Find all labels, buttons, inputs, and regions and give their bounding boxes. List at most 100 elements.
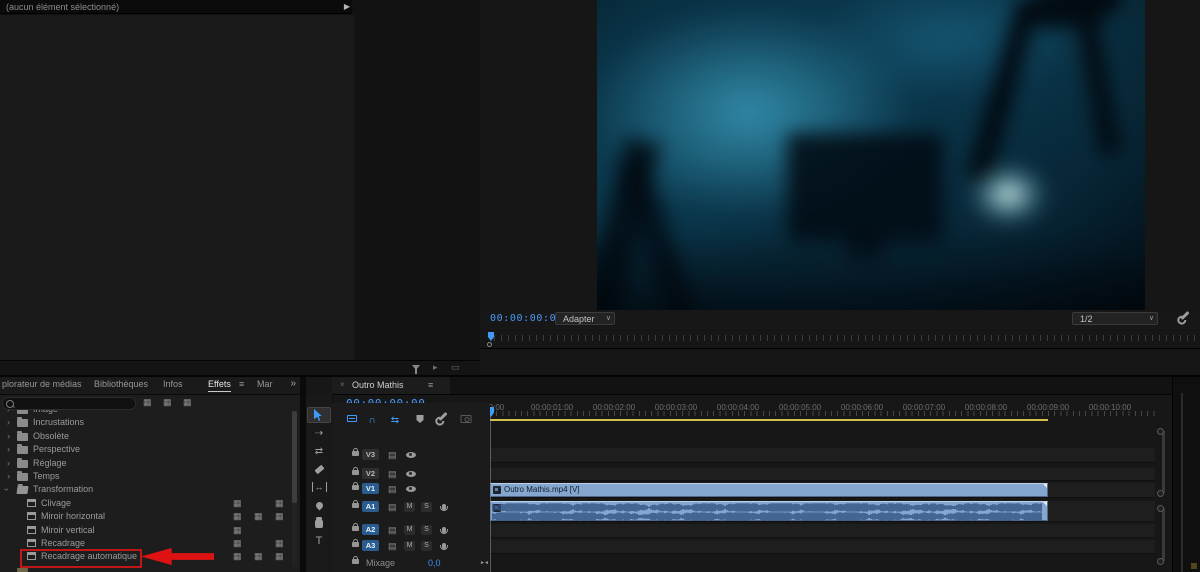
folder-chevron-icon[interactable]: › — [7, 416, 10, 429]
filter-icon[interactable] — [412, 365, 420, 374]
effect-item-miroir-horizontal[interactable]: Miroir horizontal ▦ ▦ ▦ — [0, 510, 298, 523]
tab-plorateur-de-m-dias[interactable]: plorateur de médias — [2, 379, 82, 389]
effects-folder-transformation[interactable]: › Transformation — [0, 483, 298, 496]
tool-ripple-edit[interactable]: ⇄ — [306, 443, 332, 459]
tab-infos[interactable]: Infos — [163, 379, 183, 389]
overlay-icon[interactable]: ▭ — [451, 362, 460, 373]
tool-selection[interactable] — [307, 407, 331, 423]
lock-icon[interactable] — [352, 467, 359, 475]
voiceover-mic-icon[interactable] — [440, 527, 448, 534]
scrollbar-knob[interactable] — [1157, 558, 1164, 565]
track-target-button-v2[interactable]: V2 — [362, 468, 379, 479]
tab-biblioth-ques[interactable]: Bibliothèques — [94, 379, 148, 389]
effects-folder-r-glage[interactable]: › Réglage — [0, 457, 298, 470]
tool-pen[interactable] — [306, 497, 332, 513]
nest-sequence-icon[interactable] — [347, 415, 357, 422]
accelerated-effects-filter-icon[interactable]: ▦ — [143, 396, 152, 409]
collapse-icon[interactable]: ►◄ — [480, 560, 489, 566]
program-timecode[interactable]: 00:00:00:00 — [490, 313, 563, 324]
lock-icon[interactable] — [352, 523, 359, 531]
sequence-tab[interactable]: × Outro Mathis ≡ — [332, 377, 450, 394]
folder-chevron-icon[interactable]: › — [0, 488, 13, 491]
timeline-settings-wrench-icon[interactable] — [438, 411, 448, 422]
track-lane-a3[interactable] — [490, 540, 1155, 554]
effects-panel-menu-icon[interactable]: ≡ — [239, 379, 244, 389]
lock-icon[interactable] — [352, 500, 359, 508]
effect-item-miroir-vertical[interactable]: Miroir vertical ▦ — [0, 524, 298, 537]
solo-button[interactable]: S — [421, 502, 432, 512]
track-visibility-eye-icon[interactable] — [406, 471, 416, 477]
track-visibility-eye-icon[interactable] — [406, 486, 416, 492]
folder-chevron-icon[interactable]: › — [7, 443, 10, 456]
sync-lock-icon[interactable]: ▤ — [388, 450, 397, 460]
playhead-line[interactable] — [490, 416, 491, 572]
mix-value[interactable]: 0,0 — [428, 558, 441, 568]
track-target-button-v1[interactable]: V1 — [362, 483, 379, 494]
timeline-content[interactable]: :00:0000:00:01:0000:00:02:0000:00:03:000… — [490, 403, 1200, 572]
video-clip[interactable]: Outro Mathis.mp4 [V] — [490, 483, 1048, 497]
scrollbar-knob[interactable] — [1157, 490, 1164, 497]
clip-out-handle[interactable] — [1043, 484, 1047, 488]
effects-folder-image[interactable]: › Image — [0, 410, 298, 416]
lock-icon[interactable] — [352, 448, 359, 456]
track-lane-a2[interactable] — [490, 524, 1155, 538]
effect-item-clivage[interactable]: Clivage ▦ ▦ — [0, 497, 298, 510]
play-around-icon[interactable]: ▸ — [433, 362, 438, 373]
tool-type[interactable]: T — [306, 533, 332, 549]
folder-chevron-icon[interactable]: › — [7, 430, 10, 443]
folder-chevron-icon[interactable]: › — [7, 470, 10, 483]
tab-effets[interactable]: Effets — [208, 379, 231, 392]
yuv-effects-filter-icon[interactable]: ▦ — [183, 396, 192, 409]
effects-folder-incrustations[interactable]: › Incrustations — [0, 416, 298, 429]
track-target-button-v3[interactable]: V3 — [362, 449, 379, 460]
folder-chevron-icon[interactable]: › — [7, 410, 10, 416]
settings-wrench-icon[interactable] — [1180, 310, 1190, 321]
sync-lock-icon[interactable]: ▤ — [388, 502, 397, 512]
sync-lock-icon[interactable]: ▤ — [388, 525, 397, 535]
panel-grip[interactable] — [1181, 393, 1183, 572]
track-lane-v2[interactable] — [490, 468, 1155, 481]
scrollbar-knob[interactable] — [1157, 505, 1164, 512]
lock-icon[interactable] — [352, 556, 359, 564]
effects-folder-temps[interactable]: › Temps — [0, 470, 298, 483]
caption-icon[interactable] — [460, 415, 472, 423]
snap-icon[interactable]: ∩ — [368, 415, 375, 427]
zoom-level-dropdown[interactable]: 1/2 ∨ — [1072, 312, 1158, 325]
tab-overflow-icon[interactable]: » — [290, 378, 296, 389]
mute-button[interactable]: M — [404, 541, 415, 551]
fit-dropdown[interactable]: Adapter ∨ — [555, 312, 615, 325]
track-target-button-a2[interactable]: A2 — [362, 524, 379, 535]
folder-chevron-icon[interactable]: › — [7, 457, 10, 470]
effects-scrollbar-thumb[interactable] — [292, 411, 297, 503]
track-target-button-a1[interactable]: A1 — [362, 501, 379, 512]
expand-arrow-icon[interactable]: ▶ — [341, 0, 353, 14]
add-marker-icon[interactable] — [416, 415, 424, 423]
effects-folder-obsol-te[interactable]: › Obsolète — [0, 430, 298, 443]
voiceover-mic-icon[interactable] — [440, 543, 448, 550]
linked-selection-icon[interactable]: ⇆ — [391, 415, 399, 427]
32bit-effects-filter-icon[interactable]: ▦ — [163, 396, 172, 409]
effects-search-input[interactable] — [2, 397, 136, 410]
monitor-mini-timeline[interactable] — [484, 331, 1200, 347]
tool-slip[interactable]: ↔ — [306, 479, 332, 495]
track-visibility-eye-icon[interactable] — [406, 452, 416, 458]
sync-lock-icon[interactable]: ▤ — [388, 469, 397, 479]
zoom-handle-knob[interactable] — [487, 342, 492, 347]
video-scrollbar[interactable] — [1162, 431, 1165, 493]
audio-clip[interactable] — [490, 501, 1048, 521]
panel-menu-icon[interactable]: ≡ — [428, 380, 433, 390]
effects-folder-perspective[interactable]: › Perspective — [0, 443, 298, 456]
mute-button[interactable]: M — [404, 525, 415, 535]
tool-hand[interactable] — [306, 515, 332, 531]
lock-icon[interactable] — [352, 539, 359, 547]
mute-button[interactable]: M — [404, 502, 415, 512]
solo-button[interactable]: S — [421, 541, 432, 551]
audio-scrollbar[interactable] — [1162, 508, 1165, 561]
lock-icon[interactable] — [352, 482, 359, 490]
tool-track-select-forward[interactable]: ⇢ — [306, 425, 332, 441]
track-target-button-a3[interactable]: A3 — [362, 540, 379, 551]
track-lane-v3[interactable] — [490, 448, 1155, 463]
tab-close-icon[interactable]: × — [340, 380, 345, 389]
scrollbar-knob[interactable] — [1157, 428, 1164, 435]
program-monitor-video[interactable] — [597, 0, 1145, 310]
